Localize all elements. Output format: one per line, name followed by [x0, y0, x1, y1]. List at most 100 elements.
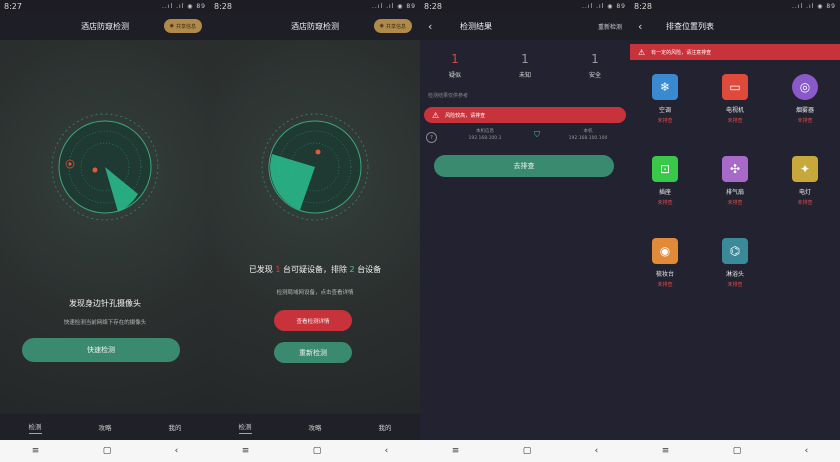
screen-check-locations: 8:28 ..ıl .ıl ◉ 89 ‹ 排查位置列表 ⚠ 有一定的风险，请注意… — [630, 0, 840, 462]
location-item-ac[interactable]: ❄ 空调 未排查 — [635, 74, 695, 124]
home-icon[interactable]: ▢ — [103, 446, 112, 456]
help-icon[interactable]: ? — [426, 132, 437, 143]
wifi-share-label: 共享信息 — [385, 23, 406, 30]
status-icons: ..ıl .ıl ◉ 89 — [582, 2, 626, 10]
stat-safe: 1 安全 — [589, 52, 601, 79]
wifi-icon: ◉ — [379, 23, 384, 29]
stat-safe-label: 安全 — [588, 72, 601, 79]
location-item-smoke[interactable]: ◎ 烟雾器 未排查 — [775, 74, 835, 124]
back-nav-icon[interactable]: ‹ — [175, 446, 179, 456]
screen-detection-result: 8:28 ..ıl .ıl ◉ 89 ‹ 检测结果 重新检测 1 疑似 1 未知… — [420, 0, 630, 462]
location-name: 烟雾器 — [795, 107, 814, 114]
status-time: 8:28 — [634, 1, 652, 11]
network-info-row: ? 本机信息 192.168.100.1 ⛉ 本机 192.168.100.10… — [420, 126, 630, 150]
wifi-share-button[interactable]: ◉ 共享信息 — [163, 19, 202, 33]
status-time: 8:28 — [424, 1, 442, 11]
location-status: 未排查 — [727, 200, 743, 206]
radar-target — [315, 149, 321, 155]
status-bar: 8:28 ..ıl .ıl ◉ 89 — [630, 0, 840, 12]
tab-mine[interactable]: 我的 — [379, 422, 392, 432]
location-status: 未排查 — [797, 118, 813, 124]
home-icon[interactable]: ▢ — [313, 446, 322, 456]
dresser-mirror-icon: ◉ — [652, 238, 678, 264]
status-time: 8:28 — [214, 1, 232, 11]
tab-detect[interactable]: 检测 — [238, 421, 252, 434]
tab-guide[interactable]: 攻略 — [309, 422, 322, 432]
radar-center-dot — [92, 167, 98, 173]
stats-row: 1 疑似 1 未知 1 安全 — [420, 52, 630, 79]
exhaust-fan-icon: ✣ — [722, 156, 748, 182]
page-title: 酒店防窥检测 — [291, 21, 339, 31]
tab-detect[interactable]: 检测 — [28, 421, 42, 434]
menu-icon[interactable]: ≡ — [452, 446, 460, 456]
stat-unknown-label: 未知 — [518, 72, 531, 79]
location-name: 排气扇 — [725, 189, 744, 196]
page-title: 酒店防窥检测 — [81, 21, 129, 31]
home-icon[interactable]: ▢ — [523, 446, 532, 456]
location-status: 未排查 — [727, 118, 743, 124]
net-right: 本机 192.168.100.100 — [552, 128, 624, 142]
redetect-link[interactable]: 重新检测 — [598, 22, 622, 31]
socket-icon: ⊡ — [652, 156, 678, 182]
location-item-shower[interactable]: ⌬ 淋浴头 未排查 — [705, 238, 765, 288]
menu-icon[interactable]: ≡ — [32, 446, 40, 456]
location-item-dresser[interactable]: ◉ 梳妆台 未排查 — [635, 238, 695, 288]
location-item-socket[interactable]: ⊡ 插座 未排查 — [635, 156, 695, 206]
status-icons: ..ıl .ıl ◉ 89 — [162, 2, 206, 10]
lamp-icon: ✦ — [792, 156, 818, 182]
title-bar: 酒店防窥检测 ◉ 共享信息 — [210, 12, 420, 40]
back-nav-icon[interactable]: ‹ — [595, 446, 599, 456]
menu-icon[interactable]: ≡ — [662, 446, 670, 456]
location-name: 淋浴头 — [725, 271, 744, 278]
location-status: 未排查 — [657, 200, 673, 206]
status-bar: 8:28 ..ıl .ıl ◉ 89 — [420, 0, 630, 12]
tab-mine[interactable]: 我的 — [169, 422, 182, 432]
rescan-button[interactable]: 重新检测 — [274, 342, 352, 363]
suspicious-count: 1 — [275, 265, 281, 274]
wifi-share-label: 共享信息 — [175, 23, 196, 30]
net-right-title: 本机 — [583, 129, 593, 134]
back-icon[interactable]: ‹ — [638, 20, 642, 33]
stat-unknown-num: 1 — [521, 52, 529, 66]
location-item-tv[interactable]: ▭ 电视机 未排查 — [705, 74, 765, 124]
radar-graphic — [261, 113, 369, 221]
location-item-lamp[interactable]: ✦ 电灯 未排查 — [775, 156, 835, 206]
quick-scan-button[interactable]: 快速检测 — [22, 338, 180, 362]
scan-subtext: 检测局域网设备，点击查看详情 — [276, 290, 354, 296]
home-icon[interactable]: ▢ — [733, 446, 742, 456]
risk-alert: ⚠ 有一定的风险，请注意排查 — [630, 44, 840, 60]
net-left-ip: 192.168.100.1 — [468, 136, 502, 141]
page-title: 排查位置列表 — [666, 21, 714, 31]
found-summary: 已发现 1 台可疑设备，排除 2 台设备 — [210, 264, 420, 275]
page-title: 检测结果 — [460, 21, 492, 31]
system-nav-bar: ≡ ▢ ‹ — [420, 440, 630, 462]
location-status: 未排查 — [797, 200, 813, 206]
menu-icon[interactable]: ≡ — [242, 446, 250, 456]
title-bar: ‹ 检测结果 重新检测 — [420, 12, 630, 40]
shower-head-icon: ⌬ — [722, 238, 748, 264]
location-status: 未排查 — [657, 282, 673, 288]
view-details-button[interactable]: 查看检测详情 — [274, 310, 352, 331]
status-icons: ..ıl .ıl ◉ 89 — [372, 2, 416, 10]
back-nav-icon[interactable]: ‹ — [805, 446, 809, 456]
back-nav-icon[interactable]: ‹ — [385, 446, 389, 456]
back-icon[interactable]: ‹ — [428, 20, 432, 33]
air-conditioner-icon: ❄ — [652, 74, 678, 100]
wifi-icon: ◉ — [169, 23, 174, 29]
net-left: 本机信息 192.168.100.1 — [450, 128, 520, 142]
status-bar: 8:28 ..ıl .ıl ◉ 89 — [210, 0, 420, 12]
tab-guide[interactable]: 攻略 — [99, 422, 112, 432]
risk-alert: ⚠ 风险较高，请排查 — [424, 107, 626, 123]
location-name: 电灯 — [798, 189, 811, 196]
stat-suspicious-label: 疑似 — [448, 72, 461, 79]
title-bar: ‹ 排查位置列表 — [630, 12, 840, 40]
shield-icon: ⛉ — [534, 130, 540, 139]
status-icons: ..ıl .ıl ◉ 89 — [792, 2, 836, 10]
location-status: 未排查 — [657, 118, 673, 124]
net-right-ip: 192.168.100.100 — [568, 136, 608, 141]
system-nav-bar: ≡ ▢ ‹ — [0, 440, 210, 462]
location-item-fan[interactable]: ✣ 排气扇 未排查 — [705, 156, 765, 206]
wifi-share-button[interactable]: ◉ 共享信息 — [373, 19, 412, 33]
status-time: 8:27 — [4, 1, 22, 11]
go-check-button[interactable]: 去排查 — [434, 155, 614, 177]
